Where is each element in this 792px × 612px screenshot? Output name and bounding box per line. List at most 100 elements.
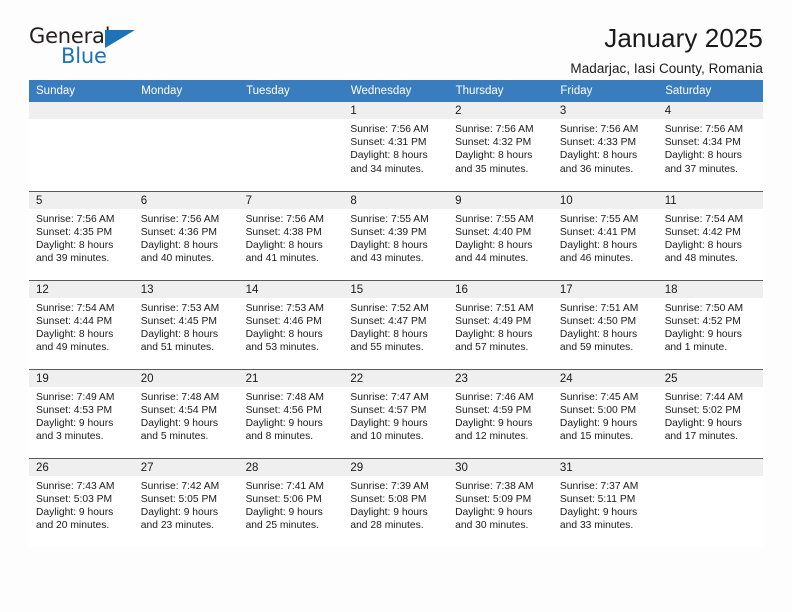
calendar-day-cell-empty (133, 102, 239, 192)
day-detail-line: Daylight: 9 hours (559, 506, 638, 518)
day-detail-line: Sunset: 4:32 PM (455, 137, 532, 149)
day-number: 27 (133, 458, 239, 476)
day-detail-line: Sunrise: 7:46 AM (455, 391, 534, 403)
day-detail-line: Daylight: 8 hours (350, 150, 428, 162)
day-number: 17 (552, 280, 658, 298)
day-detail-line: Sunset: 4:33 PM (559, 137, 637, 149)
day-number: 7 (238, 191, 344, 209)
day-detail-line: Sunrise: 7:49 AM (36, 391, 115, 403)
calendar-day-cell[interactable]: 13 Sunrise: 7:53 AM Sunset: 4:45 PM Dayligh… (133, 280, 239, 370)
day-detail-line: Sunset: 4:53 PM (36, 404, 113, 416)
calendar-day-cell[interactable]: 2 Sunrise: 7:56 AM Sunset: 4:32 PM Daylight… (448, 102, 553, 192)
day-detail-line: Sunset: 4:36 PM (140, 226, 217, 238)
day-detail-line: Sunrise: 7:55 AM (455, 213, 534, 225)
calendar-day-cell[interactable]: 21 Sunrise: 7:48 AM Sunset: 4:56 PM Dayligh… (238, 369, 344, 459)
day-detail-line: Sunrise: 7:48 AM (245, 391, 324, 403)
day-number: 1 (343, 102, 449, 119)
day-detail-line: and 48 minutes. (664, 253, 738, 265)
calendar-day-cell[interactable]: 17 Sunrise: 7:51 AM Sunset: 4:50 PM Dayligh… (552, 280, 658, 370)
day-detail-line: Sunrise: 7:45 AM (559, 391, 639, 403)
day-detail-line: Sunset: 5:02 PM (664, 404, 741, 416)
day-details: Sunrise: 7:42 AM Sunset: 5:05 PM Daylight:… (134, 476, 239, 533)
calendar-day-cell[interactable]: 31 Sunrise: 7:37 AM Sunset: 5:11 PM Dayligh… (552, 458, 658, 547)
calendar-day-cell[interactable]: 30 Sunrise: 7:38 AM Sunset: 5:09 PM Dayligh… (448, 458, 553, 547)
day-detail-line: Sunset: 4:54 PM (140, 404, 217, 416)
day-details: Sunrise: 7:56 AM Sunset: 4:32 PM Daylight:… (448, 119, 553, 176)
day-detail-line: Sunrise: 7:53 AM (245, 302, 324, 314)
sunrise-sunset-calendar: Sunday Monday Tuesday Wednesday Thursday Frid… (29, 80, 763, 547)
day-detail-line: Sunrise: 7:56 AM (140, 213, 220, 225)
day-detail-line: Sunrise: 7:38 AM (455, 480, 534, 492)
day-details: Sunrise: 7:53 AM Sunset: 4:45 PM Daylight:… (134, 298, 239, 355)
calendar-day-cell[interactable]: 4 Sunrise: 7:56 AM Sunset: 4:34 PM Daylight… (657, 102, 763, 192)
day-details (29, 119, 134, 123)
day-detail-line: Daylight: 8 hours (245, 328, 323, 340)
day-detail-line: Daylight: 8 hours (140, 239, 219, 251)
day-detail-line: Daylight: 9 hours (455, 417, 533, 429)
calendar-day-cell[interactable]: 1 Sunrise: 7:56 AM Sunset: 4:31 PM Daylight… (343, 102, 449, 192)
calendar-week-row: 5 Sunrise: 7:56 AM Sunset: 4:35 PM Daylight… (29, 191, 763, 281)
day-number: 28 (238, 458, 344, 476)
day-detail-line: Daylight: 8 hours (245, 239, 323, 251)
day-detail-line: Sunrise: 7:48 AM (140, 391, 220, 403)
day-details: Sunrise: 7:46 AM Sunset: 4:59 PM Daylight:… (448, 387, 553, 444)
day-number: 5 (29, 191, 134, 209)
calendar-day-cell[interactable]: 7 Sunrise: 7:56 AM Sunset: 4:38 PM Daylight… (238, 191, 344, 281)
calendar-day-cell[interactable]: 6 Sunrise: 7:56 AM Sunset: 4:36 PM Daylight… (133, 191, 239, 281)
day-detail-line: and 1 minute. (664, 342, 728, 354)
calendar-day-cell[interactable]: 24 Sunrise: 7:45 AM Sunset: 5:00 PM Dayligh… (552, 369, 658, 459)
day-details (239, 119, 344, 123)
day-detail-line: and 39 minutes. (36, 253, 110, 265)
day-detail-line: Daylight: 8 hours (455, 150, 533, 162)
general-blue-logo[interactable]: General Blue (29, 24, 149, 70)
calendar-day-cell[interactable]: 9 Sunrise: 7:55 AM Sunset: 4:40 PM Daylight… (448, 191, 553, 281)
calendar-day-cell[interactable]: 19 Sunrise: 7:49 AM Sunset: 4:53 PM Dayligh… (29, 369, 134, 459)
calendar-day-cell[interactable]: 15 Sunrise: 7:52 AM Sunset: 4:47 PM Dayligh… (343, 280, 449, 370)
calendar-day-cell[interactable]: 23 Sunrise: 7:46 AM Sunset: 4:59 PM Dayligh… (448, 369, 553, 459)
day-detail-line: and 10 minutes. (350, 431, 424, 443)
calendar-day-cell[interactable]: 3 Sunrise: 7:56 AM Sunset: 4:33 PM Daylight… (552, 102, 658, 192)
day-number: 21 (238, 369, 344, 387)
day-detail-line: Sunset: 5:05 PM (140, 493, 217, 505)
day-details: Sunrise: 7:56 AM Sunset: 4:31 PM Daylight:… (343, 119, 448, 176)
calendar-day-cell[interactable]: 5 Sunrise: 7:56 AM Sunset: 4:35 PM Daylight… (29, 191, 134, 281)
calendar-day-cell[interactable]: 16 Sunrise: 7:51 AM Sunset: 4:49 PM Dayligh… (448, 280, 553, 370)
day-detail-line: Sunset: 4:50 PM (559, 315, 637, 327)
day-detail-line: Daylight: 9 hours (350, 506, 428, 518)
day-detail-line: Sunset: 4:38 PM (245, 226, 322, 238)
day-detail-line: and 5 minutes. (140, 431, 209, 443)
day-detail-line: Sunset: 5:08 PM (350, 493, 427, 505)
day-detail-line: and 44 minutes. (455, 253, 529, 265)
calendar-day-cell[interactable]: 29 Sunrise: 7:39 AM Sunset: 5:08 PM Dayligh… (343, 458, 449, 547)
day-number: 25 (657, 369, 763, 387)
calendar-day-cell[interactable]: 28 Sunrise: 7:41 AM Sunset: 5:06 PM Dayligh… (238, 458, 344, 547)
day-detail-line: Sunset: 4:45 PM (140, 315, 217, 327)
day-detail-line: and 41 minutes. (245, 253, 319, 265)
calendar-day-cell[interactable]: 22 Sunrise: 7:47 AM Sunset: 4:57 PM Dayligh… (343, 369, 449, 459)
day-number: 29 (343, 458, 449, 476)
calendar-day-cell[interactable]: 18 Sunrise: 7:50 AM Sunset: 4:52 PM Dayligh… (657, 280, 763, 370)
calendar-day-cell[interactable]: 14 Sunrise: 7:53 AM Sunset: 4:46 PM Dayligh… (238, 280, 344, 370)
calendar-day-cell[interactable]: 8 Sunrise: 7:55 AM Sunset: 4:39 PM Daylight… (343, 191, 449, 281)
calendar-day-cell[interactable]: 27 Sunrise: 7:42 AM Sunset: 5:05 PM Dayligh… (133, 458, 239, 547)
calendar-day-cell[interactable]: 25 Sunrise: 7:44 AM Sunset: 5:02 PM Dayligh… (657, 369, 763, 459)
calendar-day-cell[interactable]: 11 Sunrise: 7:54 AM Sunset: 4:42 PM Dayligh… (657, 191, 763, 281)
calendar-week-row: 26 Sunrise: 7:43 AM Sunset: 5:03 PM Dayligh… (29, 458, 763, 547)
calendar-day-cell[interactable]: 10 Sunrise: 7:55 AM Sunset: 4:41 PM Dayligh… (552, 191, 658, 281)
logo-text-blue: Blue (61, 44, 107, 68)
day-detail-line: Daylight: 9 hours (245, 417, 323, 429)
calendar-day-cell[interactable]: 20 Sunrise: 7:48 AM Sunset: 4:54 PM Dayligh… (133, 369, 239, 459)
day-details: Sunrise: 7:48 AM Sunset: 4:56 PM Daylight:… (239, 387, 344, 444)
day-details: Sunrise: 7:52 AM Sunset: 4:47 PM Daylight:… (343, 298, 448, 355)
calendar-day-cell[interactable]: 26 Sunrise: 7:43 AM Sunset: 5:03 PM Dayligh… (29, 458, 134, 547)
day-number: 23 (448, 369, 553, 387)
day-number (133, 102, 239, 119)
day-number: 14 (238, 280, 344, 298)
day-detail-line: Sunrise: 7:52 AM (350, 302, 429, 314)
day-detail-line: Daylight: 8 hours (36, 328, 114, 340)
calendar-day-cell[interactable]: 12 Sunrise: 7:54 AM Sunset: 4:44 PM Dayligh… (29, 280, 134, 370)
day-detail-line: Sunrise: 7:53 AM (140, 302, 220, 314)
day-details: Sunrise: 7:43 AM Sunset: 5:03 PM Daylight:… (29, 476, 134, 533)
weekday-header-tuesday: Tuesday (238, 80, 344, 102)
day-details: Sunrise: 7:51 AM Sunset: 4:49 PM Daylight:… (448, 298, 553, 355)
